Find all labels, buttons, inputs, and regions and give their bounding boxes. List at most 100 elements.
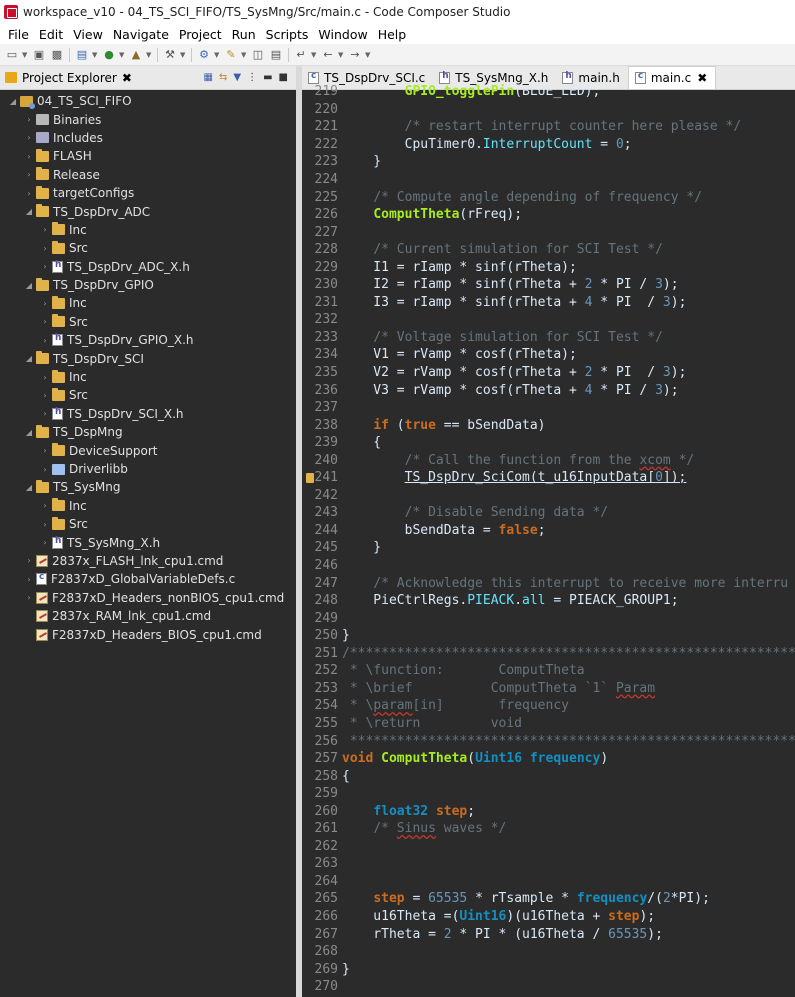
- chevron-right-icon[interactable]: ›: [24, 593, 34, 602]
- chevron-right-icon[interactable]: ›: [40, 391, 50, 400]
- tree-item[interactable]: › Src: [0, 386, 296, 404]
- tree-item[interactable]: ◢ TS_SysMng: [0, 478, 296, 496]
- chevron-right-icon[interactable]: ›: [40, 501, 50, 510]
- back-arrow-icon[interactable]: ←: [320, 47, 336, 63]
- tree-item[interactable]: › Src: [0, 313, 296, 331]
- chevron-down-icon[interactable]: ◢: [24, 281, 34, 290]
- tree-item[interactable]: › Binaries: [0, 110, 296, 128]
- menu-scripts[interactable]: Scripts: [261, 27, 314, 42]
- tree-item[interactable]: › TS_DspDrv_ADC_X.h: [0, 258, 296, 276]
- tree-item[interactable]: › Driverlibb: [0, 460, 296, 478]
- chevron-down-icon[interactable]: ◢: [24, 483, 34, 492]
- save-all-icon[interactable]: ▩: [49, 47, 65, 63]
- tree-item[interactable]: › Src: [0, 515, 296, 533]
- chevron-right-icon[interactable]: ›: [40, 336, 50, 345]
- tree-item[interactable]: ◢ TS_DspDrv_ADC: [0, 202, 296, 220]
- minimize-icon[interactable]: ▬: [263, 72, 272, 83]
- collapse-all-icon[interactable]: ▦: [204, 72, 213, 83]
- code-area[interactable]: 219 GPIO_togglePin(BLUE_LED); 220 221 /* r…: [302, 83, 795, 995]
- chevron-right-icon[interactable]: ›: [24, 133, 34, 142]
- build-hammer-icon[interactable]: ⚒: [162, 47, 178, 63]
- tree-item[interactable]: ◢ TS_DspMng: [0, 423, 296, 441]
- flash-icon[interactable]: ▲: [128, 47, 144, 63]
- chevron-right-icon[interactable]: ›: [40, 520, 50, 529]
- menu-edit[interactable]: Edit: [34, 27, 68, 42]
- tree-item[interactable]: ◢ TS_DspDrv_GPIO: [0, 276, 296, 294]
- chevron-down-icon[interactable]: ◢: [24, 428, 34, 437]
- dropdown-arrow-icon[interactable]: ▼: [92, 51, 99, 59]
- chevron-right-icon[interactable]: ›: [40, 465, 50, 474]
- dropdown-arrow-icon[interactable]: ▼: [338, 51, 345, 59]
- dropdown-arrow-icon[interactable]: ▼: [180, 51, 187, 59]
- forward-arrow-icon[interactable]: →: [347, 47, 363, 63]
- tree-item[interactable]: 2837x_RAM_lnk_cpu1.cmd: [0, 607, 296, 625]
- tree-item[interactable]: › DeviceSupport: [0, 441, 296, 459]
- chevron-right-icon[interactable]: ›: [40, 538, 50, 547]
- maximize-icon[interactable]: ■: [279, 72, 288, 83]
- menu-navigate[interactable]: Navigate: [108, 27, 174, 42]
- dropdown-arrow-icon[interactable]: ▼: [214, 51, 221, 59]
- tree-item[interactable]: › targetConfigs: [0, 184, 296, 202]
- tree-item[interactable]: › TS_DspDrv_GPIO_X.h: [0, 331, 296, 349]
- tree-item[interactable]: › TS_SysMng_X.h: [0, 533, 296, 551]
- tree-item[interactable]: › Inc: [0, 368, 296, 386]
- chevron-right-icon[interactable]: ›: [24, 189, 34, 198]
- link-editor-icon[interactable]: ⇆: [219, 72, 227, 83]
- chevron-right-icon[interactable]: ›: [40, 317, 50, 326]
- dropdown-arrow-icon[interactable]: ▼: [311, 51, 318, 59]
- dropdown-arrow-icon[interactable]: ▼: [22, 51, 29, 59]
- tree-item[interactable]: › Includes: [0, 129, 296, 147]
- chevron-right-icon[interactable]: ›: [40, 244, 50, 253]
- chevron-right-icon[interactable]: ›: [24, 152, 34, 161]
- chevron-right-icon[interactable]: ›: [24, 170, 34, 179]
- tree-item[interactable]: › 2837x_FLASH_lnk_cpu1.cmd: [0, 552, 296, 570]
- tree-item[interactable]: › Inc: [0, 497, 296, 515]
- open-file-icon[interactable]: ◫: [250, 47, 266, 63]
- tree-item[interactable]: › FLASH: [0, 147, 296, 165]
- tree-item[interactable]: › Src: [0, 239, 296, 257]
- chevron-right-icon[interactable]: ›: [24, 115, 34, 124]
- tree-item[interactable]: › Release: [0, 166, 296, 184]
- dropdown-arrow-icon[interactable]: ▼: [365, 51, 372, 59]
- project-explorer-tab[interactable]: Project Explorer ✖ ▦ ⇆ ▼ ⋮ ▬ ■: [0, 66, 296, 90]
- chevron-right-icon[interactable]: ›: [40, 262, 50, 271]
- chevron-right-icon[interactable]: ›: [40, 409, 50, 418]
- chevron-right-icon[interactable]: ›: [40, 225, 50, 234]
- menu-file[interactable]: File: [3, 27, 34, 42]
- chevron-down-icon[interactable]: ◢: [24, 207, 34, 216]
- close-icon[interactable]: ✖: [122, 71, 132, 85]
- last-edit-icon[interactable]: ↵: [293, 47, 309, 63]
- debug-icon[interactable]: ●: [101, 47, 117, 63]
- chevron-right-icon[interactable]: ›: [40, 299, 50, 308]
- chevron-right-icon[interactable]: ›: [24, 556, 34, 565]
- chevron-right-icon[interactable]: ›: [40, 446, 50, 455]
- menu-window[interactable]: Window: [313, 27, 372, 42]
- dropdown-arrow-icon[interactable]: ▼: [146, 51, 153, 59]
- chevron-right-icon[interactable]: ›: [24, 575, 34, 584]
- console-icon[interactable]: ▤: [268, 47, 284, 63]
- tree-item[interactable]: › F2837xD_Headers_nonBIOS_cpu1.cmd: [0, 589, 296, 607]
- new-file-icon[interactable]: ▭: [4, 47, 20, 63]
- settings-gear-icon[interactable]: ⚙: [196, 47, 212, 63]
- save-icon[interactable]: ▣: [31, 47, 47, 63]
- menu-view[interactable]: View: [68, 27, 108, 42]
- chevron-down-icon[interactable]: ◢: [8, 97, 18, 106]
- chevron-right-icon[interactable]: ›: [40, 373, 50, 382]
- tree-item[interactable]: ◢ TS_DspDrv_SCI: [0, 349, 296, 367]
- chevron-down-icon[interactable]: ◢: [24, 354, 34, 363]
- tree-item[interactable]: › Inc: [0, 221, 296, 239]
- view-menu-icon[interactable]: ⋮: [247, 72, 257, 83]
- tree-item[interactable]: › TS_DspDrv_SCI_X.h: [0, 405, 296, 423]
- tree-item[interactable]: ◢ 04_TS_SCI_FIFO: [0, 92, 296, 110]
- menu-run[interactable]: Run: [227, 27, 261, 42]
- dropdown-arrow-icon[interactable]: ▼: [119, 51, 126, 59]
- dropdown-arrow-icon[interactable]: ▼: [241, 51, 248, 59]
- brush-icon[interactable]: ✎: [223, 47, 239, 63]
- tree-item[interactable]: › F2837xD_GlobalVariableDefs.c: [0, 570, 296, 588]
- menu-project[interactable]: Project: [174, 27, 227, 42]
- filter-icon[interactable]: ▼: [233, 72, 241, 83]
- tree-item[interactable]: › Inc: [0, 294, 296, 312]
- menu-help[interactable]: Help: [373, 27, 412, 42]
- tree-item[interactable]: F2837xD_Headers_BIOS_cpu1.cmd: [0, 625, 296, 643]
- terminal-icon[interactable]: ▤: [74, 47, 90, 63]
